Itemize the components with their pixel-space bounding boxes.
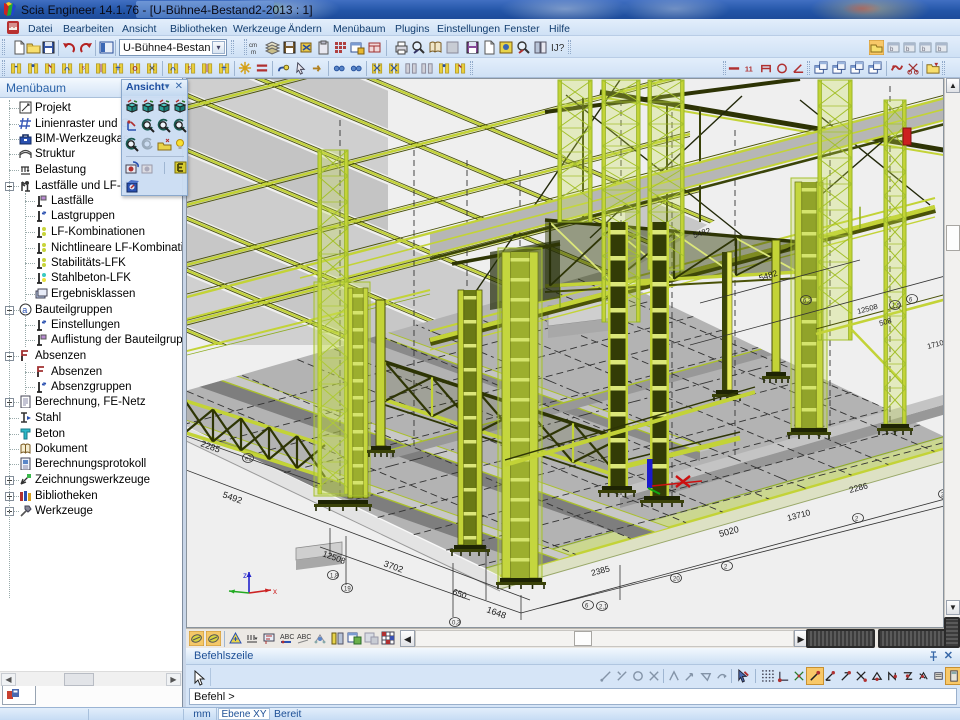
svg-text:2,1: 2,1 [599, 605, 608, 611]
svg-text:19: 19 [344, 587, 351, 593]
svg-text:s: s [188, 64, 192, 71]
svg-text:a: a [22, 305, 27, 315]
svg-text:0,3: 0,3 [452, 621, 461, 627]
svg-text:1,5: 1,5 [892, 304, 901, 310]
svg-text:ABC: ABC [280, 634, 294, 641]
svg-text:6,3: 6,3 [803, 299, 812, 305]
svg-text:x: x [273, 587, 277, 596]
svg-text:s: s [82, 64, 86, 71]
svg-text:m: m [251, 50, 256, 55]
svg-text:e2: e2 [245, 457, 252, 463]
svg-text:ABC: ABC [297, 634, 311, 641]
svg-text:cm: cm [249, 43, 257, 49]
svg-text:1,8: 1,8 [330, 574, 339, 580]
svg-text:20: 20 [673, 577, 680, 583]
svg-text:IJ?: IJ? [551, 43, 565, 54]
svg-text:z: z [243, 571, 247, 580]
svg-text:11: 11 [745, 64, 753, 73]
